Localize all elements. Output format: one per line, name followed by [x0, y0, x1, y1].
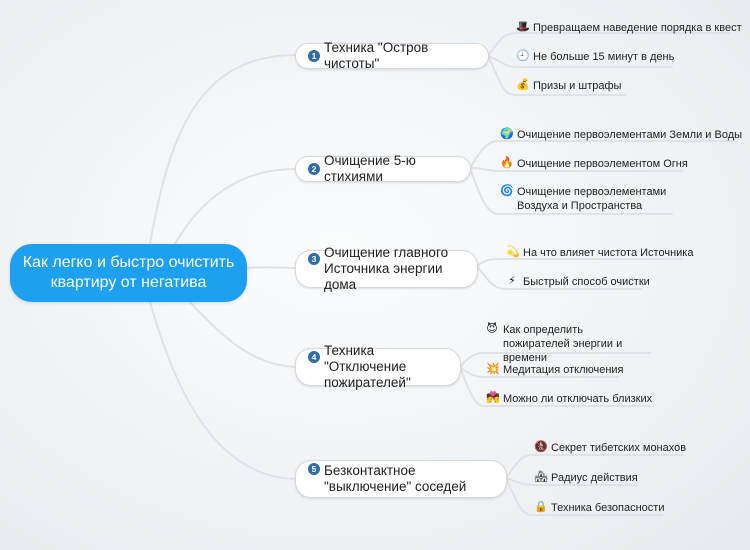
leaf-label: Призы и штрафы [533, 80, 622, 92]
lock-icon: 🔒 [534, 501, 548, 513]
leaf-label: Техника безопасности [551, 502, 665, 514]
lightning-icon: ⚡ [508, 275, 516, 287]
explosion-icon: 💥 [486, 363, 500, 375]
connector-central-branch-4 [189, 301, 298, 368]
top-hat-icon: 🎩 [516, 21, 530, 33]
leaf-label: Как определить пожирателей энергии и вре… [503, 324, 623, 364]
branch-4[interactable]: 4 Техника "Отключение пожирателей" [295, 343, 461, 390]
branch-label: Техника "Отключение пожирателей" [324, 343, 411, 390]
leaf-2-3[interactable]: 🌀 Очищение первоэлементами Воздуха и Про… [500, 185, 670, 213]
branch-5[interactable]: 5 Безконтактное "выключение" соседей [295, 460, 507, 498]
leaf-2-2[interactable]: 🔥 Очищение первоэлементом Огня [500, 157, 688, 171]
leaf-3-2[interactable]: ⚡ Быстрый способ очистки [506, 275, 650, 289]
fire-icon: 🔥 [500, 157, 514, 169]
leaf-4-1[interactable]: 😈 Как определить пожирателей энергии и в… [486, 323, 651, 365]
leaf-1-1[interactable]: 🎩 Превращаем наведение порядка в квест [516, 21, 742, 35]
leaf-label: Можно ли отключать близких [503, 393, 653, 405]
connector-central-branch-2 [174, 167, 298, 245]
branch-3[interactable]: 3 Очищение главного Источника энергии до… [295, 245, 478, 292]
leaf-label: Медитация отключения [503, 364, 624, 376]
leaf-3-1[interactable]: 💫 На что влияет чистота Источника [506, 246, 693, 260]
branch-label: Техника "Остров чистоты" [324, 40, 429, 71]
leaf-label: Очищение первоэлементами Земли и Воды [517, 129, 743, 141]
branch-label: Очищение главного Источника энергии дома [324, 245, 449, 292]
leaf-label: Превращаем наведение порядка в квест [533, 22, 742, 34]
central-topic[interactable]: Как легко и быстро очистить квартиру от … [10, 244, 247, 302]
leaf-4-2[interactable]: 💥 Медитация отключения [486, 363, 624, 377]
leaf-5-3[interactable]: 🔒 Техника безопасности [534, 501, 664, 515]
connector-central-branch-5 [149, 301, 298, 480]
number-badge: 3 [308, 253, 320, 265]
branch-label: Безконтактное "выключение" соседей [324, 463, 467, 494]
connector-central-branch-3 [246, 266, 298, 269]
number-badge: 5 [308, 463, 320, 475]
globe-icon: 🌍 [500, 128, 514, 140]
branch-1[interactable]: 1 Техника "Остров чистоты" [295, 40, 489, 71]
house-icon: 🏘 [534, 471, 548, 483]
connector-central-branch-1 [149, 54, 298, 245]
branch-2[interactable]: 2 Очищение 5-ю стихиями [295, 153, 471, 184]
leaf-label: Быстрый способ очистки [523, 276, 650, 288]
cyclone-icon: 🌀 [500, 185, 514, 197]
couple-icon: 💏 [486, 392, 500, 404]
leaf-label: На что влияет чистота Источника [523, 247, 694, 259]
leaf-2-1[interactable]: 🌍 Очищение первоэлементами Земли и Воды [500, 128, 742, 142]
number-badge: 2 [308, 163, 320, 175]
leaf-label: Очищение первоэлементами Воздуха и Прост… [517, 186, 667, 212]
no-pedestrians-icon: 🚷 [534, 441, 548, 453]
leaf-5-1[interactable]: 🚷 Секрет тибетских монахов [534, 441, 686, 455]
leaf-label: Очищение первоэлементом Огня [517, 158, 688, 170]
leaf-label: Радиус действия [551, 472, 638, 484]
money-bag-icon: 💰 [516, 79, 530, 91]
devil-icon: 😈 [486, 323, 498, 335]
clock-icon: 🕘 [516, 50, 530, 62]
leaf-1-2[interactable]: 🕘 Не больше 15 минут в день [516, 50, 674, 64]
leaf-4-3[interactable]: 💏 Можно ли отключать близких [486, 392, 652, 406]
leaf-label: Секрет тибетских монахов [551, 442, 687, 454]
central-topic-label: Как легко и быстро очистить квартиру от … [22, 254, 235, 291]
leaf-5-2[interactable]: 🏘 Радиус действия [534, 471, 638, 485]
number-badge: 1 [308, 50, 320, 62]
leaf-label: Не больше 15 минут в день [533, 51, 675, 63]
leaf-1-3[interactable]: 💰 Призы и штрафы [516, 79, 621, 93]
dizzy-icon: 💫 [506, 246, 520, 258]
number-badge: 4 [308, 351, 320, 363]
branch-label: Очищение 5-ю стихиями [324, 153, 416, 184]
